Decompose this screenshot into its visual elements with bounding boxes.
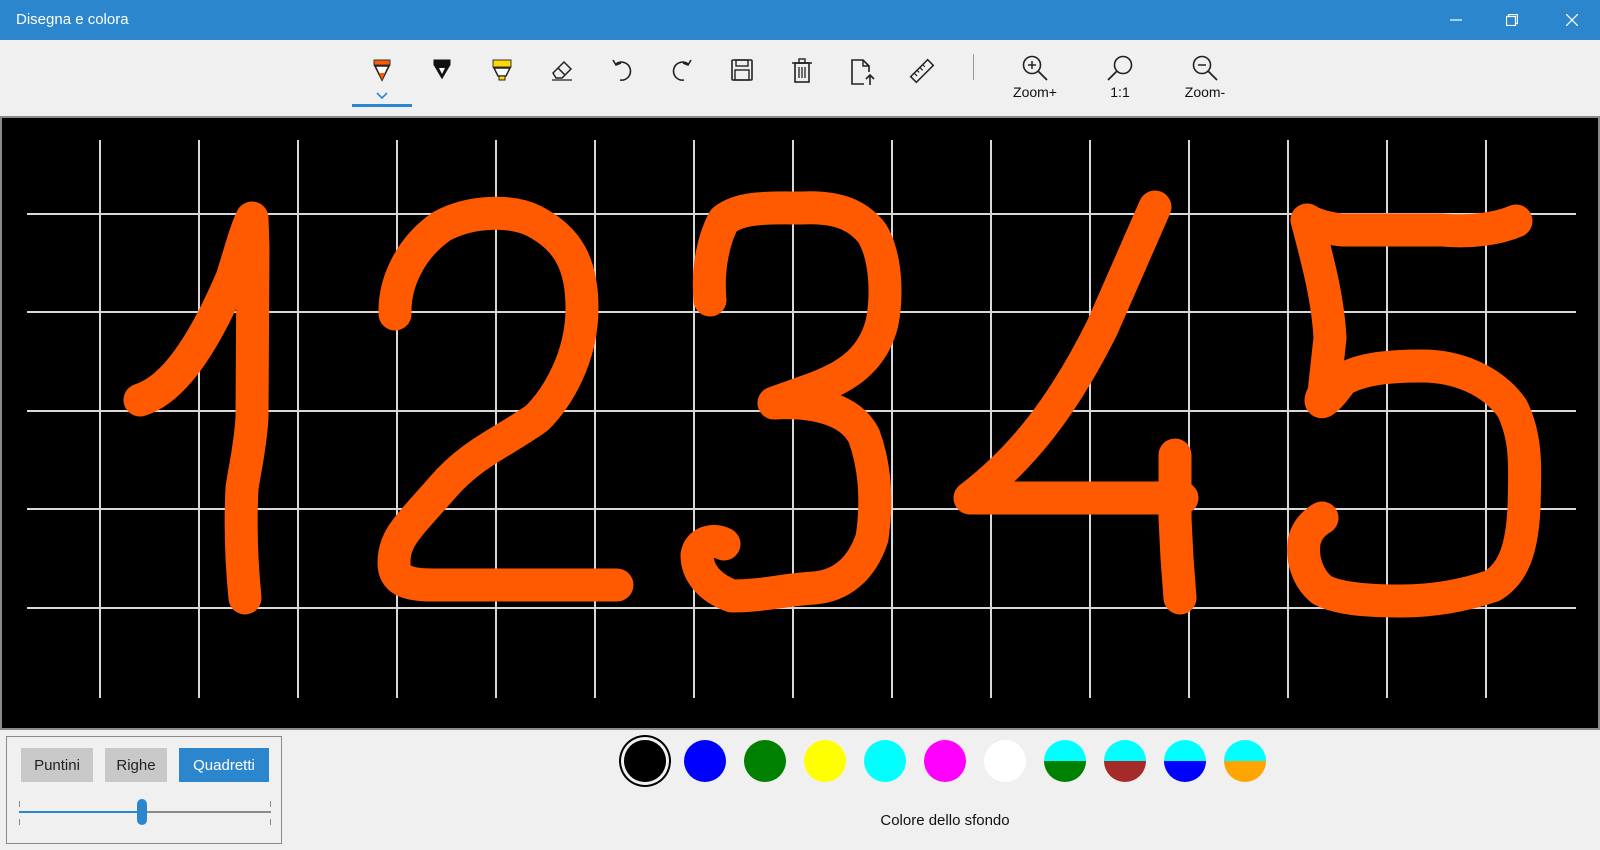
- zoom-out-icon: [1192, 55, 1218, 81]
- lines-grid-button[interactable]: Righe: [105, 748, 167, 782]
- zoom-reset-label: 1:1: [1110, 84, 1130, 100]
- undo-button[interactable]: [602, 58, 642, 98]
- color-swatch-magenta[interactable]: [924, 740, 966, 782]
- export-button[interactable]: [842, 58, 882, 98]
- zoom-reset-icon: [1107, 55, 1133, 81]
- digit-1-stroke: [123, 201, 270, 615]
- slider-tick-max: [270, 801, 271, 807]
- minimize-icon: [1450, 19, 1462, 21]
- dots-grid-button[interactable]: Puntini: [21, 748, 93, 782]
- color-swatch-cyan-blue[interactable]: [1164, 740, 1206, 782]
- zoom-in-icon: [1022, 55, 1048, 81]
- close-icon: [1566, 14, 1578, 26]
- toolbar: Zoom+ 1:1 Zoom-: [0, 40, 1600, 117]
- color-swatch-cyan[interactable]: [864, 740, 906, 782]
- highlighter-tool-button[interactable]: [482, 58, 522, 98]
- color-swatch-cyan-orange[interactable]: [1224, 740, 1266, 782]
- black-marker-icon: [433, 59, 451, 80]
- color-swatch-green[interactable]: [744, 740, 786, 782]
- chevron-down-icon[interactable]: [376, 92, 388, 99]
- zoom-reset-button[interactable]: 1:1: [1080, 54, 1160, 112]
- save-icon: [731, 59, 753, 81]
- save-button[interactable]: [722, 58, 762, 98]
- minimize-button[interactable]: [1428, 0, 1484, 40]
- zoom-in-label: Zoom+: [1013, 84, 1057, 100]
- digit-3-stroke: [680, 191, 902, 613]
- slider-tick-max-bottom: [270, 819, 271, 825]
- color-swatch-black[interactable]: [624, 740, 666, 782]
- delete-button[interactable]: [782, 58, 822, 98]
- marker-tool-button[interactable]: [422, 58, 462, 98]
- canvas-drawing: [27, 140, 1576, 698]
- eraser-icon: [552, 60, 573, 81]
- redo-icon: [672, 59, 692, 81]
- digit-4-left-stroke: [953, 190, 1199, 515]
- restore-button[interactable]: [1484, 0, 1540, 40]
- digit-2-stroke: [377, 196, 634, 602]
- zoom-out-label: Zoom-: [1184, 84, 1226, 100]
- grid-size-slider-fill: [19, 811, 143, 813]
- yellow-highlighter-icon: [492, 59, 512, 81]
- close-button[interactable]: [1544, 0, 1600, 40]
- toolbar-separator: [973, 54, 974, 80]
- grid-size-slider-thumb[interactable]: [137, 799, 148, 825]
- color-swatch-yellow[interactable]: [804, 740, 846, 782]
- zoom-out-button[interactable]: Zoom-: [1165, 54, 1245, 112]
- slider-tick-min-bottom: [19, 819, 20, 825]
- ruler-icon: [909, 58, 935, 84]
- active-tool-indicator: [352, 104, 412, 107]
- orange-pen-icon: [373, 59, 391, 82]
- trash-icon: [792, 58, 812, 83]
- ruler-button[interactable]: [902, 58, 942, 98]
- file-export-icon: [851, 59, 875, 85]
- window-title: Disegna e colora: [16, 11, 129, 28]
- title-bar: Disegna e colora: [0, 0, 1600, 40]
- color-swatch-cyan-brown[interactable]: [1104, 740, 1146, 782]
- color-swatch-white[interactable]: [984, 740, 1026, 782]
- background-color-caption: Colore dello sfondo: [880, 812, 1010, 829]
- undo-icon: [612, 59, 632, 81]
- eraser-tool-button[interactable]: [542, 58, 582, 98]
- redo-button[interactable]: [662, 58, 702, 98]
- color-swatch-cyan-green[interactable]: [1044, 740, 1086, 782]
- slider-tick-min: [19, 801, 20, 807]
- digit-4-right-stroke: [1158, 438, 1197, 615]
- color-swatch-blue[interactable]: [684, 740, 726, 782]
- restore-icon: [1506, 14, 1518, 26]
- squares-grid-button[interactable]: Quadretti: [179, 748, 269, 782]
- drawing-canvas[interactable]: [0, 116, 1600, 730]
- grid-style-panel: Puntini Righe Quadretti: [6, 736, 282, 844]
- zoom-in-button[interactable]: Zoom+: [995, 54, 1075, 112]
